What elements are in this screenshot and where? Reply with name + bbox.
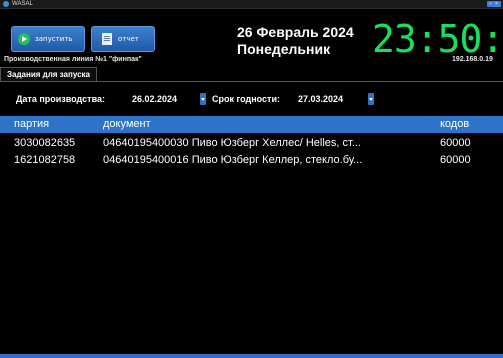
play-icon xyxy=(18,33,30,45)
bottom-status-bar xyxy=(0,354,503,358)
expiry-date-label: Срок годности: xyxy=(212,94,280,104)
codes-cell: 60000 xyxy=(440,154,471,166)
production-line-label: Производственная линия №1 "финпак" xyxy=(4,56,142,63)
table-row[interactable]: 1621082758 04640195400016 Пиво Юзберг Ке… xyxy=(0,152,503,168)
filters-bar: Дата производства: 26.02.2024 Срок годно… xyxy=(0,82,503,116)
header: запустить отчет Производственная линия №… xyxy=(0,9,503,66)
expiry-date-dropdown-icon[interactable] xyxy=(368,93,374,105)
batch-cell: 3030082635 xyxy=(14,137,76,149)
expiry-date-value[interactable]: 27.03.2024 xyxy=(298,94,343,104)
digital-clock: 23:50:43 xyxy=(372,19,503,59)
start-button-label: запустить xyxy=(35,35,73,43)
document-cell: 04640195400016 Пиво Юзберг Келлер, стекл… xyxy=(103,154,363,166)
close-icon[interactable]: × xyxy=(495,1,498,7)
minimize-icon[interactable]: – xyxy=(489,1,492,7)
batch-cell: 1621082758 xyxy=(14,154,76,166)
document-cell: 04640195400030 Пиво Юзберг Хеллес/ Helle… xyxy=(103,137,361,149)
column-header-codes[interactable]: кодов xyxy=(440,117,469,132)
current-weekday: Понедельник xyxy=(237,41,331,57)
report-button-label: отчет xyxy=(118,35,139,43)
app-title: WASAL xyxy=(12,1,33,7)
production-date-value[interactable]: 26.02.2024 xyxy=(132,94,177,104)
table-row[interactable]: 3030082635 04640195400030 Пиво Юзберг Хе… xyxy=(0,135,503,151)
current-date: 26 Февраль 2024 xyxy=(237,24,354,40)
table-header: партия документ кодов xyxy=(0,116,503,133)
tab-launch-tasks[interactable]: Задания для запуска xyxy=(0,67,97,81)
production-date-dropdown-icon[interactable] xyxy=(200,93,206,105)
document-icon xyxy=(102,33,112,45)
start-button[interactable]: запустить xyxy=(11,26,85,52)
app-icon xyxy=(3,1,9,7)
report-button[interactable]: отчет xyxy=(91,26,155,52)
column-header-batch[interactable]: партия xyxy=(14,117,49,132)
tasks-table: партия документ кодов 3030082635 0464019… xyxy=(0,116,503,354)
column-header-document[interactable]: документ xyxy=(103,117,151,132)
title-bar: WASAL – × xyxy=(0,0,503,9)
window-controls[interactable]: – × xyxy=(487,1,501,7)
codes-cell: 60000 xyxy=(440,137,471,149)
production-date-label: Дата производства: xyxy=(16,94,105,104)
ip-address: 192.168.0.19 xyxy=(452,56,493,63)
